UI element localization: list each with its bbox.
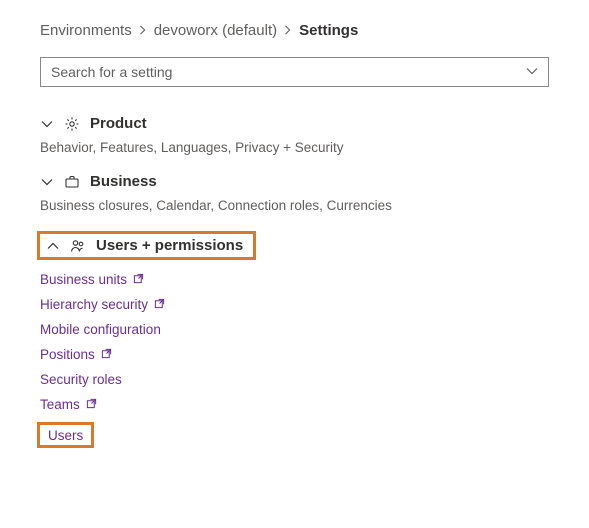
breadcrumb-item-environments[interactable]: Environments bbox=[40, 22, 132, 39]
chevron-up-icon bbox=[46, 240, 60, 252]
chevron-down-icon bbox=[40, 118, 54, 130]
link-mobile-configuration[interactable]: Mobile configuration bbox=[40, 322, 161, 337]
external-link-icon bbox=[133, 272, 144, 287]
external-link-icon bbox=[101, 347, 112, 362]
chevron-right-icon bbox=[283, 22, 293, 39]
link-hierarchy-security[interactable]: Hierarchy security bbox=[40, 297, 165, 312]
breadcrumb: Environments devoworx (default) Settings bbox=[40, 22, 549, 39]
section-title: Product bbox=[90, 115, 147, 132]
section-header-product[interactable]: Product bbox=[40, 115, 549, 132]
briefcase-icon bbox=[64, 174, 80, 190]
link-users[interactable]: Users bbox=[48, 428, 83, 443]
search-input[interactable] bbox=[51, 64, 526, 80]
highlight-users-link: Users bbox=[37, 422, 94, 448]
link-list: Business units Hierarchy security Mobile… bbox=[40, 272, 549, 448]
gear-icon bbox=[64, 116, 80, 132]
external-link-icon bbox=[154, 297, 165, 312]
search-box[interactable] bbox=[40, 57, 549, 87]
link-label: Teams bbox=[40, 397, 80, 412]
chevron-down-icon bbox=[40, 176, 54, 188]
highlight-users-permissions: Users + permissions bbox=[37, 231, 256, 260]
link-label: Mobile configuration bbox=[40, 322, 161, 337]
section-business: Business Business closures, Calendar, Co… bbox=[40, 173, 549, 213]
link-label: Positions bbox=[40, 347, 95, 362]
breadcrumb-item-settings: Settings bbox=[299, 22, 358, 39]
breadcrumb-item-environment[interactable]: devoworx (default) bbox=[154, 22, 277, 39]
people-icon bbox=[70, 238, 86, 254]
chevron-right-icon bbox=[138, 22, 148, 39]
section-subtitle: Behavior, Features, Languages, Privacy +… bbox=[40, 140, 549, 155]
section-title: Users + permissions bbox=[96, 237, 243, 254]
link-business-units[interactable]: Business units bbox=[40, 272, 144, 287]
link-teams[interactable]: Teams bbox=[40, 397, 97, 412]
link-label: Hierarchy security bbox=[40, 297, 148, 312]
link-positions[interactable]: Positions bbox=[40, 347, 112, 362]
external-link-icon bbox=[86, 397, 97, 412]
section-header-business[interactable]: Business bbox=[40, 173, 549, 190]
section-product: Product Behavior, Features, Languages, P… bbox=[40, 115, 549, 155]
link-label: Business units bbox=[40, 272, 127, 287]
link-label: Users bbox=[48, 428, 83, 443]
link-label: Security roles bbox=[40, 372, 122, 387]
chevron-down-icon[interactable] bbox=[526, 64, 538, 80]
link-security-roles[interactable]: Security roles bbox=[40, 372, 122, 387]
section-title: Business bbox=[90, 173, 157, 190]
section-subtitle: Business closures, Calendar, Connection … bbox=[40, 198, 549, 213]
section-users-permissions: Users + permissions Business units Hiera… bbox=[40, 231, 549, 448]
section-header-users-permissions[interactable]: Users + permissions bbox=[46, 237, 243, 254]
